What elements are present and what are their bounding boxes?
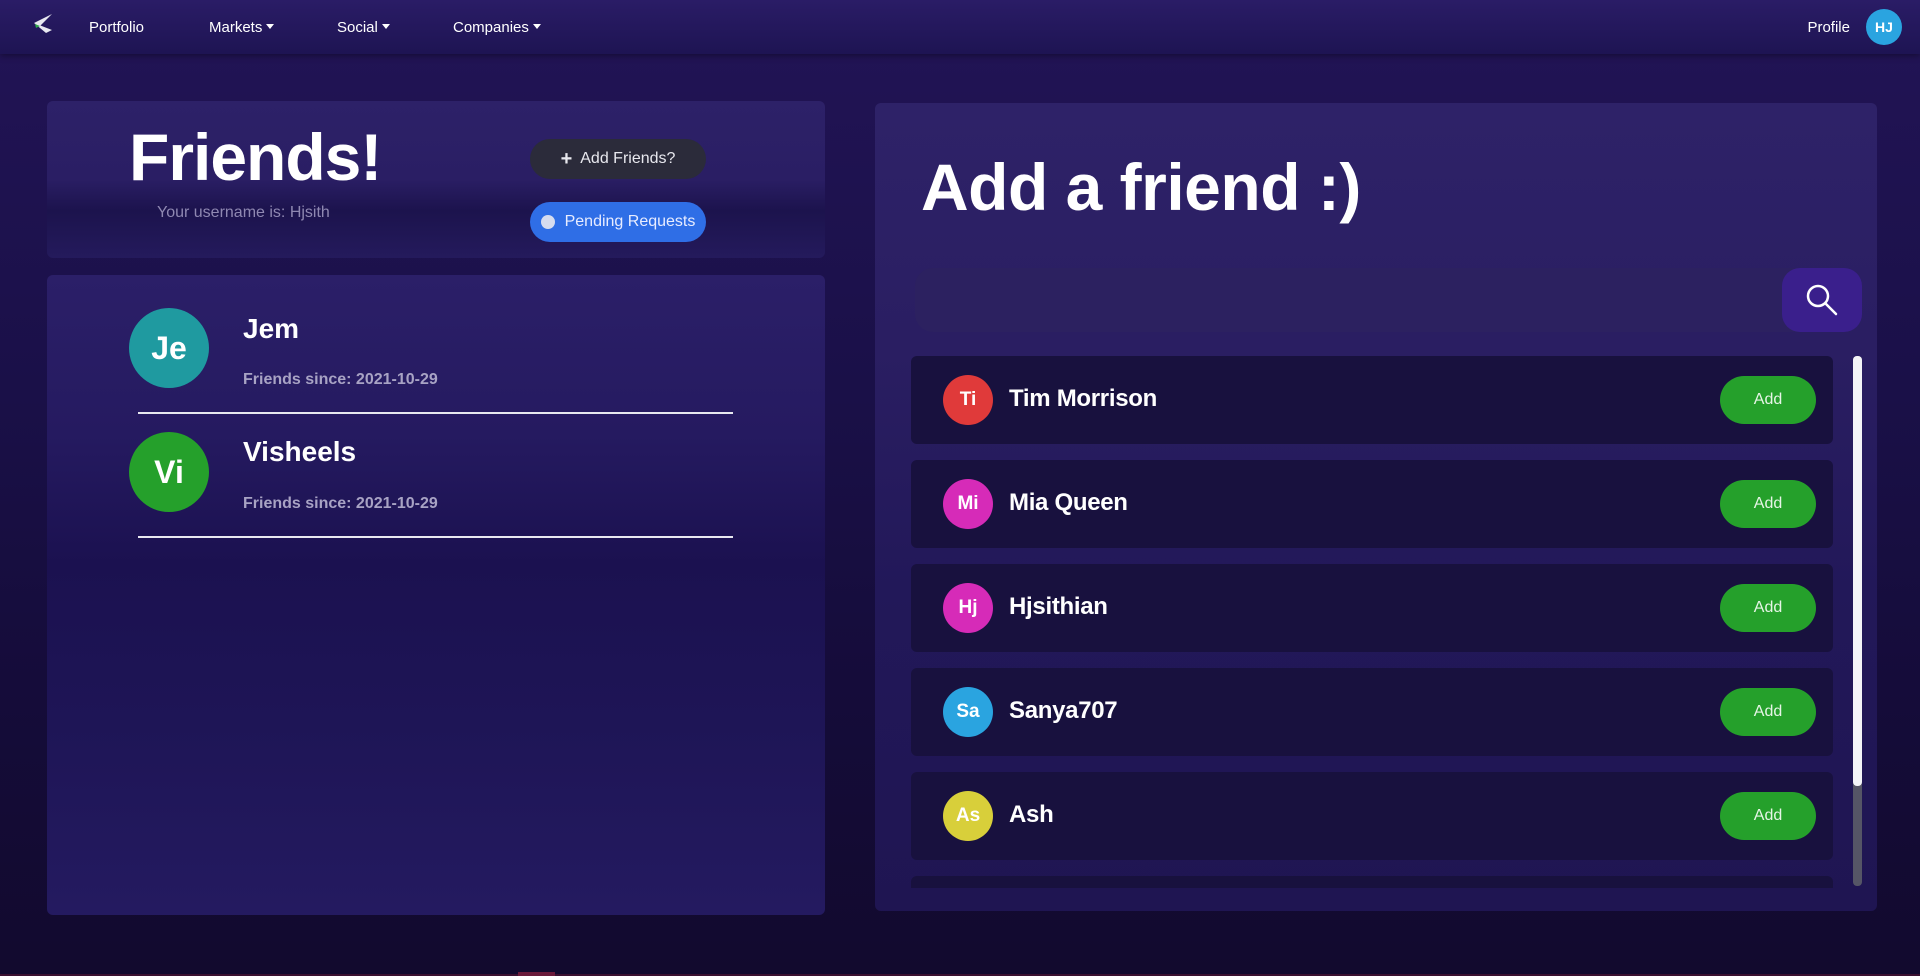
search-input[interactable]: [925, 268, 1765, 332]
nav-markets-label: Markets: [209, 18, 263, 36]
username-text: Your username is: Hjsith: [157, 204, 330, 221]
friend-name: Jem: [243, 313, 300, 344]
scrollbar[interactable]: [1853, 356, 1862, 886]
divider: [138, 412, 733, 414]
scrollbar-thumb[interactable]: [1853, 356, 1862, 786]
stocks-s-logo-icon[interactable]: [26, 10, 60, 44]
friend-name: Visheels: [243, 436, 357, 467]
friend-item[interactable]: Vi Visheels Friends since: 2021-10-29: [129, 432, 733, 556]
list-item: Ti Tim Morrison Add: [911, 356, 1833, 444]
caret-down-icon: [381, 23, 390, 29]
list-item: Sa Sanya707 Add: [911, 668, 1833, 756]
add-button[interactable]: Add: [1720, 688, 1816, 736]
user-avatar: Mi: [943, 479, 993, 529]
user-initials: Ti: [959, 389, 977, 410]
friend-initials: Je: [151, 329, 187, 366]
user-avatar-initials: HJ: [1875, 19, 1893, 35]
nav-portfolio-label: Portfolio: [89, 18, 145, 36]
user-name: Ash: [1009, 801, 1054, 828]
list-item: [911, 876, 1833, 888]
nav-social-label: Social: [337, 18, 378, 36]
search-bar: [915, 268, 1862, 332]
list-item: Hj Hjsithian Add: [911, 564, 1833, 652]
divider: [138, 536, 733, 538]
add-friends-label: Add Friends?: [580, 150, 676, 167]
add-button-label: Add: [1753, 391, 1783, 408]
friend-avatar: Je: [129, 308, 209, 388]
user-name: Hjsithian: [1009, 593, 1108, 620]
add-button[interactable]: Add: [1720, 584, 1816, 632]
add-button-label: Add: [1753, 807, 1783, 824]
toggle-dot-icon: [540, 215, 555, 229]
friend-since: Friends since: 2021-10-29: [243, 495, 438, 512]
user-initials: Hj: [958, 597, 978, 618]
suggestion-list[interactable]: Ti Tim Morrison Add Mi Mia Queen Add Hj …: [911, 356, 1847, 888]
nav-portfolio[interactable]: Portfolio: [89, 0, 144, 54]
nav-profile-link[interactable]: Profile: [1807, 0, 1850, 54]
nav-social-dropdown[interactable]: Social: [337, 0, 390, 54]
user-name: Mia Queen: [1009, 489, 1128, 516]
search-icon: [1806, 284, 1838, 316]
user-initials: As: [955, 805, 981, 826]
friend-item[interactable]: Je Jem Friends since: 2021-10-29: [129, 308, 733, 432]
add-button-label: Add: [1753, 599, 1783, 616]
nav-profile-label: Profile: [1807, 18, 1850, 36]
add-button[interactable]: Add: [1720, 376, 1816, 424]
user-avatar: Ti: [943, 375, 993, 425]
user-avatar: As: [943, 791, 993, 841]
user-name: Sanya707: [1009, 697, 1118, 724]
user-avatar: Hj: [943, 583, 993, 633]
list-item: As Ash Add: [911, 772, 1833, 860]
top-navbar: Portfolio Markets Social Companies Profi…: [0, 0, 1920, 54]
page-title: Friends!: [129, 120, 382, 194]
add-button-label: Add: [1753, 703, 1783, 720]
caret-down-icon: [532, 23, 541, 29]
friend-avatar: Vi: [129, 432, 209, 512]
add-friend-card: Add a friend :) Ti Tim Morrison Add Mi M…: [875, 103, 1877, 911]
add-button-label: Add: [1753, 495, 1783, 512]
friend-since: Friends since: 2021-10-29: [243, 371, 438, 388]
add-button[interactable]: Add: [1720, 792, 1816, 840]
bottom-edge-mark: [518, 972, 555, 976]
list-item: Mi Mia Queen Add: [911, 460, 1833, 548]
user-name: Tim Morrison: [1009, 385, 1157, 412]
add-button[interactable]: Add: [1720, 480, 1816, 528]
user-initials: Sa: [956, 701, 980, 722]
add-friends-button[interactable]: + Add Friends?: [530, 139, 706, 179]
nav-companies-label: Companies: [453, 18, 529, 36]
nav-markets-dropdown[interactable]: Markets: [209, 0, 275, 54]
caret-down-icon: [266, 23, 275, 29]
nav-companies-dropdown[interactable]: Companies: [453, 0, 541, 54]
friends-header-card: Friends! Your username is: Hjsith + Add …: [47, 101, 825, 258]
friend-initials: Vi: [154, 453, 184, 490]
add-friend-title: Add a friend :): [921, 150, 1361, 224]
pending-requests-label: Pending Requests: [564, 213, 696, 230]
user-avatar[interactable]: HJ: [1866, 9, 1902, 45]
pending-requests-button[interactable]: Pending Requests: [530, 202, 706, 242]
search-button[interactable]: [1782, 268, 1862, 332]
user-avatar: Sa: [943, 687, 993, 737]
friends-list-card: Je Jem Friends since: 2021-10-29 Vi Vish…: [47, 275, 825, 915]
plus-icon: +: [560, 148, 573, 170]
user-initials: Mi: [957, 493, 979, 514]
